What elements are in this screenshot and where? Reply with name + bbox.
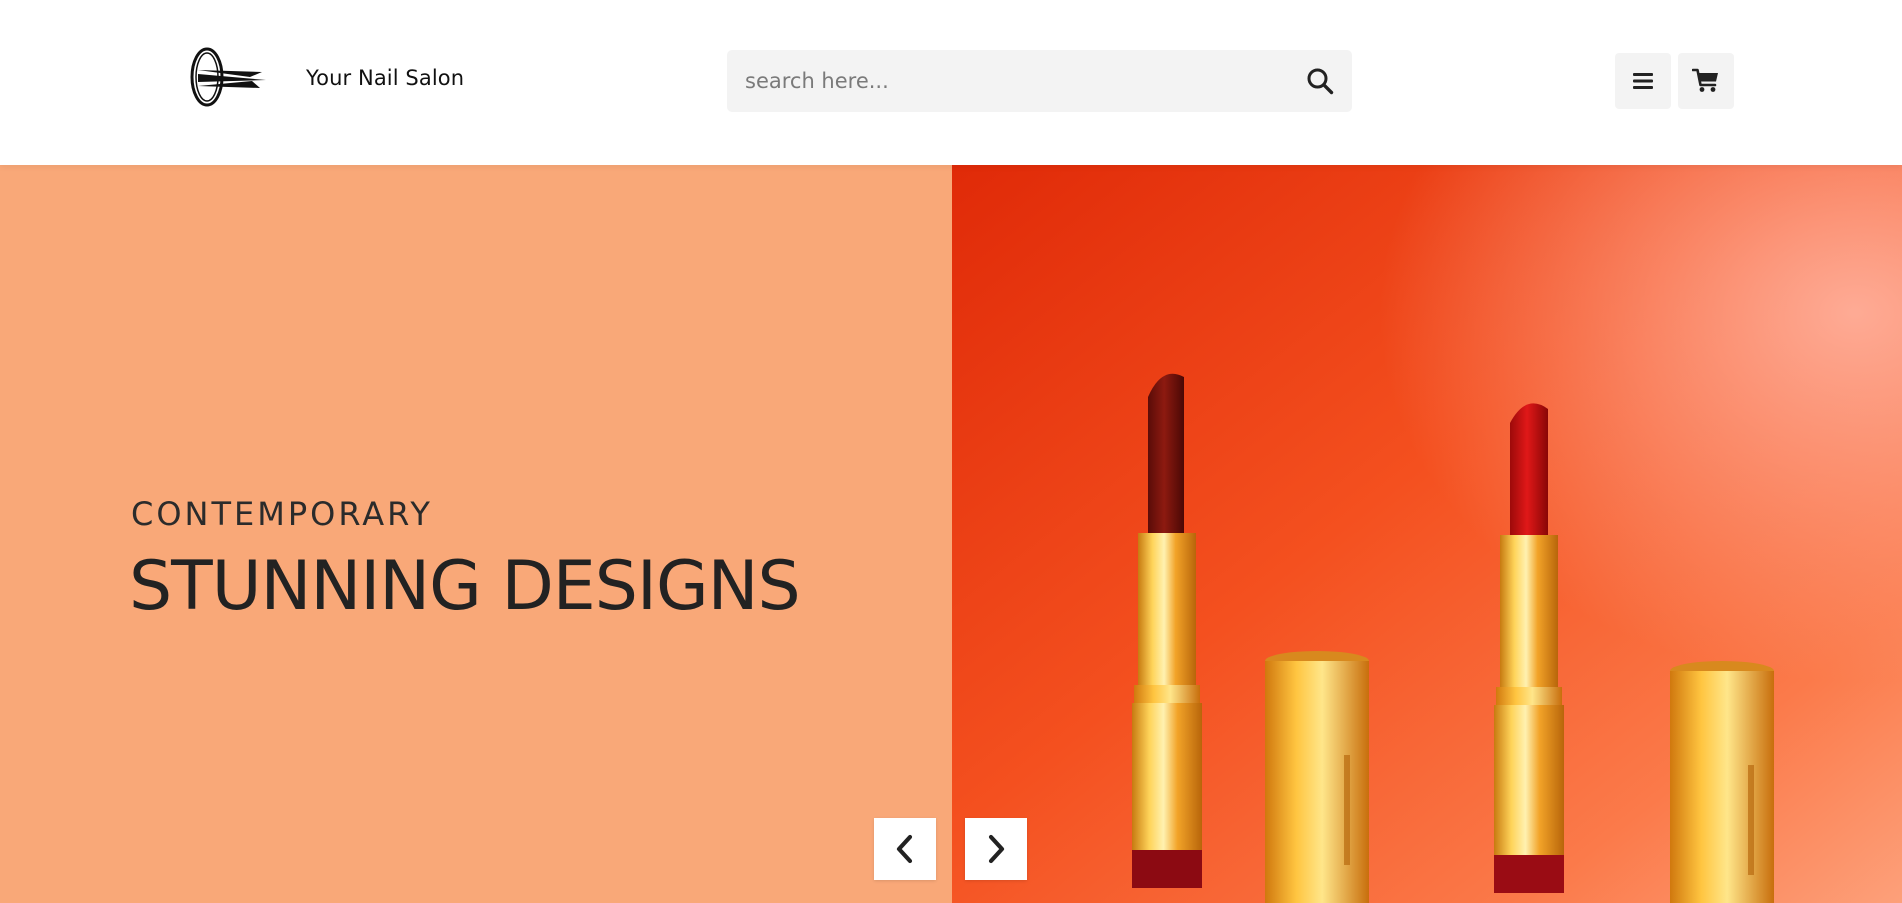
hamburger-menu-icon — [1633, 73, 1653, 89]
hero-headline: STUNNING DESIGNS — [129, 547, 801, 626]
slider-prev-button[interactable] — [874, 818, 936, 880]
chevron-left-icon — [896, 834, 913, 864]
menu-button[interactable] — [1615, 53, 1671, 109]
chevron-right-icon — [988, 834, 1005, 864]
slider-next-button[interactable] — [965, 818, 1027, 880]
search-button[interactable] — [1302, 63, 1338, 99]
search-bar — [727, 50, 1352, 112]
search-icon — [1307, 68, 1334, 95]
search-input[interactable] — [727, 50, 1287, 112]
shopping-cart-icon — [1692, 68, 1718, 92]
scissors-icon[interactable] — [190, 44, 270, 110]
cart-button[interactable] — [1678, 53, 1734, 109]
site-header: Your Nail Salon — [0, 0, 1902, 165]
brand-name[interactable]: Your Nail Salon — [306, 66, 464, 90]
hero-image — [952, 165, 1902, 903]
hero-kicker: CONTEMPORARY — [131, 495, 433, 533]
hero-slider: CONTEMPORARY STUNNING DESIGNS — [0, 165, 1902, 903]
hero-text-panel: CONTEMPORARY STUNNING DESIGNS — [0, 165, 952, 903]
